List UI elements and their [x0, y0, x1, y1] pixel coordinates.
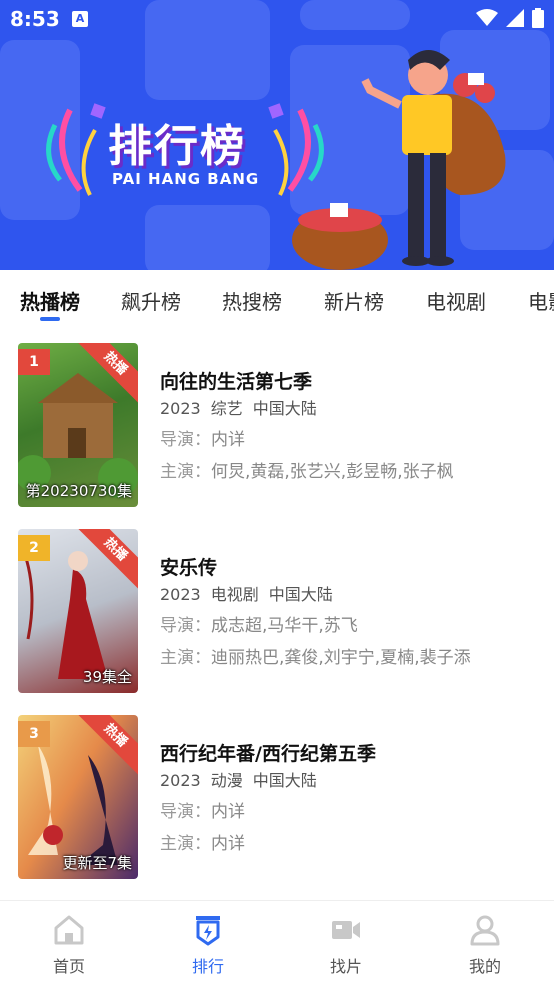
nav-home-label: 首页: [52, 957, 85, 976]
nav-ranking-label: 排行: [191, 957, 224, 976]
item-title[interactable]: 西行纪年番/西行纪第五季: [160, 739, 540, 767]
video-camera-icon: [332, 921, 360, 939]
director-value: 成志超,马华干,苏飞: [211, 616, 358, 636]
director-value: 内详: [211, 430, 245, 450]
item-title[interactable]: 向往的生活第七季: [160, 367, 540, 395]
item-title[interactable]: 安乐传: [160, 553, 540, 581]
director-label: 导演：: [160, 802, 211, 822]
item-director: 导演：内详: [160, 425, 540, 457]
item-meta: 2023 动漫 中国大陆: [160, 767, 540, 797]
cast-label: 主演：: [160, 834, 211, 854]
tab-hot-search[interactable]: 热搜榜: [222, 286, 282, 315]
cast-value: 内详: [211, 834, 245, 854]
list-item[interactable]: 3 热播 更新至7集 西行纪年番/西行纪第五季 2023 动漫 中国大陆 导演：内详…: [0, 715, 554, 880]
cast-value: 何炅,黄磊,张艺兴,彭昱畅,张子枫: [211, 462, 454, 482]
nav-find-label: 找片: [329, 957, 362, 976]
cast-value: 迪丽热巴,龚俊,刘宇宁,夏楠,裴子添: [211, 648, 471, 668]
person-illustration-icon: [292, 50, 506, 270]
item-info: 安乐传 2023 电视剧 中国大陆 导演：成志超,马华干,苏飞 主演：迪丽热巴,龚俊…: [160, 553, 540, 675]
item-cast: 主演：何炅,黄磊,张艺兴,彭昱畅,张子枫: [160, 457, 540, 489]
episode-label: 39集全: [82, 668, 132, 686]
signal-icon: [506, 9, 524, 27]
poster-image[interactable]: 3 热播 更新至7集: [18, 715, 138, 879]
banner-title-cn: 排行榜: [108, 121, 246, 172]
item-director: 导演：内详: [160, 797, 540, 829]
status-bar: 8:53 A: [0, 0, 554, 38]
item-region: 中国大陆: [268, 585, 333, 604]
notification-icon: A: [72, 11, 88, 27]
ranking-banner: 8:53 A 排行榜 PAI HANG BANG: [0, 0, 554, 270]
item-cast: 主演：内详: [160, 829, 540, 861]
rank-badge: 3: [18, 721, 50, 747]
active-tab-indicator: [40, 317, 60, 321]
item-director: 导演：成志超,马华干,苏飞: [160, 611, 540, 643]
nav-mine-label: 我的: [468, 957, 501, 976]
item-info: 向往的生活第七季 2023 综艺 中国大陆 导演：内详 主演：何炅,黄磊,张艺兴,彭…: [160, 367, 540, 489]
item-info: 西行纪年番/西行纪第五季 2023 动漫 中国大陆 导演：内详 主演：内详: [160, 739, 540, 861]
battery-icon: [532, 8, 544, 28]
poster-image[interactable]: 2 热播 39集全: [18, 529, 138, 693]
wifi-icon: [476, 9, 498, 26]
episode-label: 第20230730集: [25, 482, 132, 500]
item-genre: 动漫: [210, 771, 243, 790]
banner-title: 排行榜 PAI HANG BANG: [46, 100, 324, 210]
item-year: 2023: [160, 771, 201, 790]
item-year: 2023: [160, 585, 201, 604]
director-label: 导演：: [160, 430, 211, 450]
home-icon: [54, 915, 84, 945]
list-item[interactable]: 1 热播 第20230730集 向往的生活第七季 2023 综艺 中国大陆 导演：内…: [0, 343, 554, 508]
director-label: 导演：: [160, 616, 211, 636]
item-region: 中国大陆: [252, 399, 317, 418]
director-value: 内详: [211, 802, 245, 822]
episode-label: 更新至7集: [62, 854, 132, 872]
item-meta: 2023 电视剧 中国大陆: [160, 581, 540, 611]
cast-label: 主演：: [160, 648, 211, 668]
nav-find[interactable]: 找片: [306, 913, 386, 977]
tab-hot-play[interactable]: 热播榜: [20, 286, 80, 315]
tab-tv-series[interactable]: 电视剧: [426, 286, 486, 315]
nav-mine[interactable]: 我的: [445, 913, 525, 977]
item-region: 中国大陆: [252, 771, 317, 790]
rank-badge: 1: [18, 349, 50, 375]
tab-new-release[interactable]: 新片榜: [324, 286, 384, 315]
item-genre: 电视剧: [210, 585, 259, 604]
item-cast: 主演：迪丽热巴,龚俊,刘宇宁,夏楠,裴子添: [160, 643, 540, 675]
category-tabs: 热播榜 飙升榜 热搜榜 新片榜 电视剧 电影: [0, 282, 554, 322]
ranking-icon: [196, 916, 220, 946]
tab-rising[interactable]: 飙升榜: [121, 286, 181, 315]
rank-badge: 2: [18, 535, 50, 561]
poster-image[interactable]: 1 热播 第20230730集: [18, 343, 138, 507]
tab-movie[interactable]: 电影: [528, 286, 554, 315]
item-meta: 2023 综艺 中国大陆: [160, 395, 540, 425]
nav-home[interactable]: 首页: [29, 913, 109, 977]
nav-ranking[interactable]: 排行: [168, 913, 248, 977]
cast-label: 主演：: [160, 462, 211, 482]
list-item[interactable]: 2 热播 39集全 安乐传 2023 电视剧 中国大陆 导演：成志超,马华干,苏飞 …: [0, 529, 554, 694]
user-icon: [470, 915, 500, 946]
banner-title-en: PAI HANG BANG: [112, 170, 260, 188]
item-year: 2023: [160, 399, 201, 418]
item-genre: 综艺: [210, 399, 243, 418]
status-time: 8:53: [10, 7, 60, 31]
bottom-navigation: 首页 排行 找片 我的: [0, 900, 554, 984]
